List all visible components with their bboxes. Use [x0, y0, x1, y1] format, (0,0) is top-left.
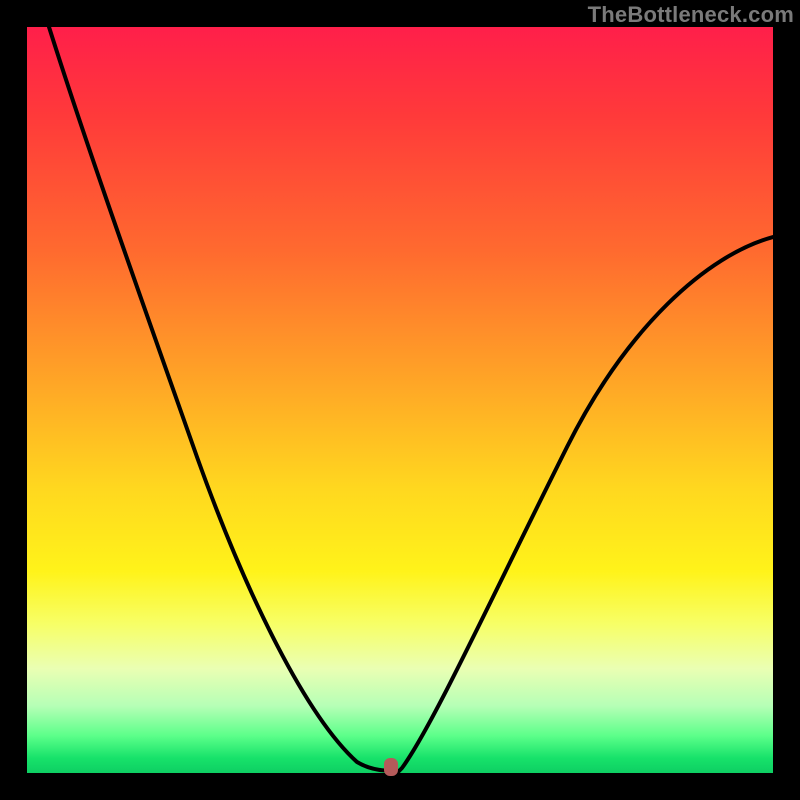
bottleneck-curve: [27, 27, 773, 773]
chart-plot-area: [27, 27, 773, 773]
curve-path: [49, 27, 773, 771]
watermark-text: TheBottleneck.com: [588, 2, 794, 28]
optimal-point-marker: [384, 758, 398, 776]
chart-stage: TheBottleneck.com: [0, 0, 800, 800]
